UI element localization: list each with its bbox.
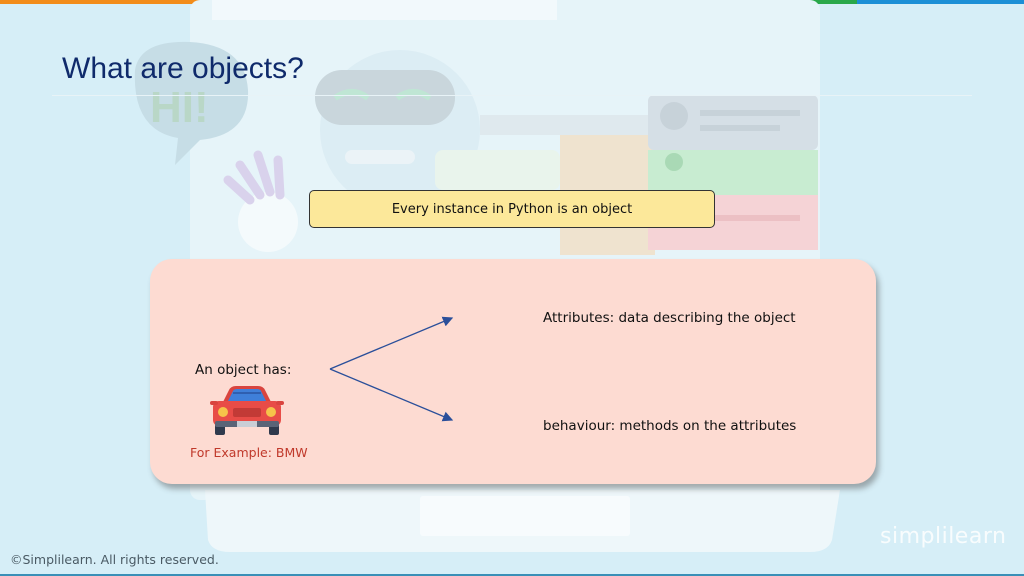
arrow-to-attributes: [329, 316, 454, 370]
attributes-label: Attributes: data describing the object: [543, 310, 796, 326]
object-label: An object has:: [195, 362, 292, 378]
car-icon: [210, 386, 284, 435]
simplilearn-logo: simplilearn: [880, 524, 1006, 549]
copyright-text: ©Simplilearn. All rights reserved.: [10, 552, 219, 567]
logo-text: simplilearn: [880, 524, 1007, 549]
arrow-to-behaviour: [329, 368, 454, 422]
arrow-icon: [329, 316, 454, 422]
example-label: For Example: BMW: [190, 445, 308, 460]
arrow-group: [329, 316, 454, 422]
behaviour-label: behaviour: methods on the attributes: [543, 418, 797, 434]
